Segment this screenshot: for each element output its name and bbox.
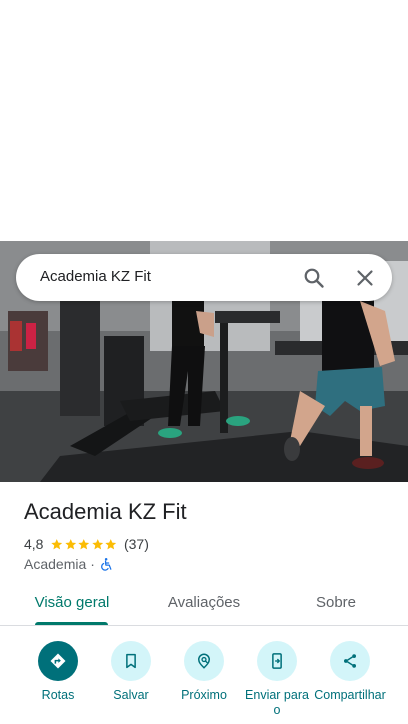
search-bar[interactable]: Academia KZ Fit — [16, 254, 392, 301]
star-icon — [92, 538, 104, 549]
star-icon — [65, 538, 77, 549]
place-tabs: Visão geral Avaliações Sobre — [0, 584, 408, 627]
close-icon[interactable] — [353, 266, 377, 290]
send-to-phone-label: Enviar para o — [245, 688, 309, 717]
send-to-phone-button[interactable]: Enviar para o — [241, 640, 313, 718]
send-to-phone-icon — [257, 641, 297, 681]
directions-label: Rotas — [41, 688, 75, 702]
place-category: Academia — [24, 556, 87, 572]
search-icon[interactable] — [302, 266, 326, 290]
save-label: Salvar — [113, 688, 149, 702]
tab-about[interactable]: Sobre — [316, 594, 356, 611]
directions-button[interactable]: Rotas — [22, 640, 94, 703]
separator-dot: · — [90, 556, 95, 572]
save-button[interactable]: Salvar — [95, 640, 167, 703]
directions-icon — [38, 641, 78, 681]
bookmark-icon — [111, 641, 151, 681]
share-label: Compartilhar — [314, 688, 386, 702]
rating-row[interactable]: 4,8 (37) — [24, 535, 149, 553]
place-name: Academia KZ Fit — [24, 499, 187, 524]
star-rating — [50, 538, 118, 551]
review-count: (37) — [123, 536, 149, 552]
tab-reviews[interactable]: Avaliações — [168, 594, 240, 611]
place-screen: Academia KZ Fit Academia KZ Fit 4,8 (37)… — [0, 0, 408, 724]
tabs-divider — [0, 625, 408, 626]
rating-value: 4,8 — [24, 536, 44, 552]
star-icon — [105, 538, 117, 549]
category-row: Academia · — [24, 555, 113, 573]
share-icon — [330, 641, 370, 681]
nearby-label: Próximo — [181, 688, 227, 702]
share-button[interactable]: Compartilhar — [314, 640, 386, 703]
action-bar: Rotas Salvar Próximo Enviar para o Compa — [0, 640, 408, 724]
nearby-icon — [184, 641, 224, 681]
star-icon — [51, 538, 63, 549]
wheelchair-accessible-icon — [101, 557, 112, 571]
tab-overview[interactable]: Visão geral — [35, 594, 110, 611]
nearby-button[interactable]: Próximo — [168, 640, 240, 703]
star-icon — [78, 538, 90, 549]
search-input[interactable]: Academia KZ Fit — [40, 268, 151, 285]
